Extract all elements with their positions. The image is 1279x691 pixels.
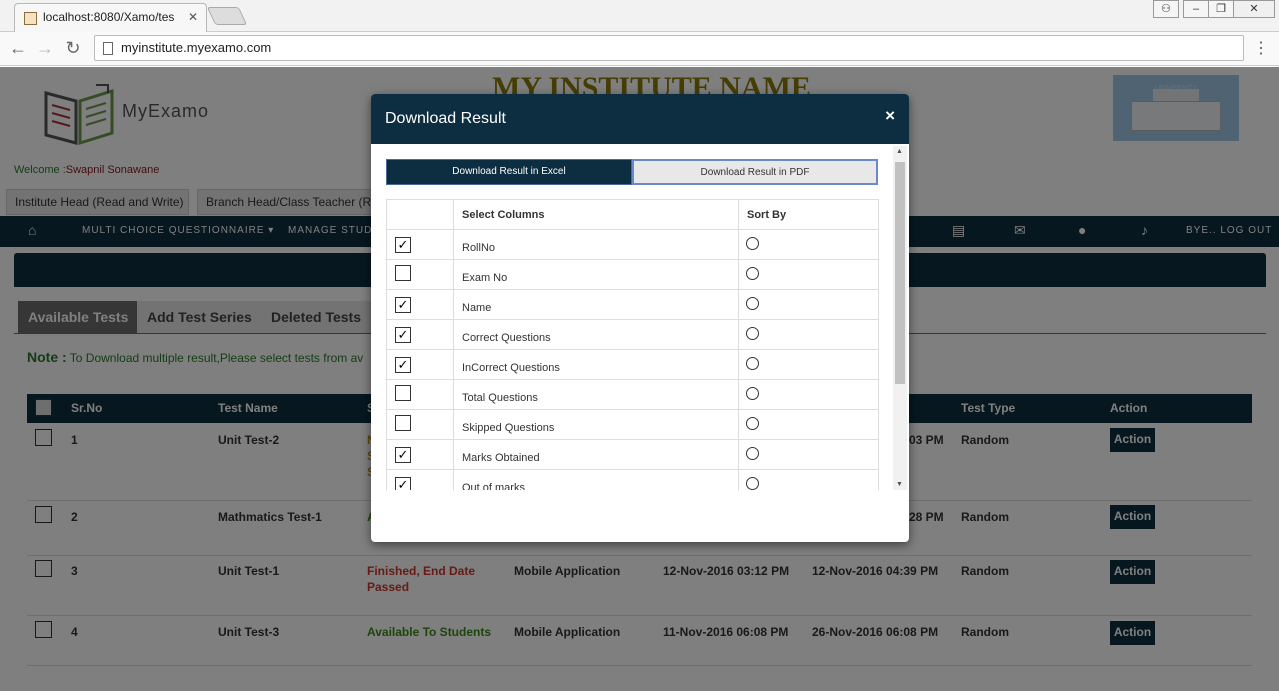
column-label: Marks Obtained [453,439,739,470]
reload-icon[interactable]: ↻ [63,38,83,59]
column-checkbox[interactable]: ✓ [395,446,411,463]
modal-header: Download Result × [371,94,909,144]
column-label: Correct Questions [453,319,739,350]
column-checkbox[interactable] [395,415,411,431]
sort-radio[interactable] [746,416,759,430]
profile-icon[interactable]: ⚇ [1153,0,1179,18]
sort-radio-cell [738,439,879,470]
url-input[interactable]: myinstitute.myexamo.com [94,35,1244,61]
sort-radio[interactable] [746,266,759,280]
scroll-down-icon[interactable]: ▼ [896,481,903,488]
sort-radio-cell [738,319,879,350]
column-checkbox-cell [386,259,454,290]
column-label: RollNo [453,229,739,260]
modal-body: Select Columns Sort By ✓ RollNo Exam No ✓ Na… [371,144,909,490]
modal-title: Download Result [385,110,506,127]
sort-radio-cell [738,409,879,440]
sort-radio[interactable] [746,296,759,310]
column-checkbox[interactable]: ✓ [395,236,411,253]
scrollbar-thumb[interactable] [895,162,905,384]
column-label: Name [453,289,739,320]
sort-radio[interactable] [746,326,759,340]
sort-radio-cell [738,259,879,290]
column-checkbox-cell [386,379,454,410]
tab-title: localhost:8080/Xamo/tes [43,10,175,24]
forward-icon[interactable]: → [35,38,55,59]
close-window-icon[interactable]: ✕ [1233,0,1275,18]
column-checkbox-cell: ✓ [386,439,454,470]
column-option-row: ✓ RollNo [386,229,879,260]
close-icon[interactable]: × [885,106,895,126]
select-columns-header: Select Columns [453,199,739,230]
column-label: Total Questions [453,379,739,410]
url-text: myinstitute.myexamo.com [121,40,272,55]
address-bar-row: ← → ↻ myinstitute.myexamo.com ⋮ [0,32,1279,66]
sort-radio[interactable] [746,236,759,250]
sort-radio[interactable] [746,356,759,370]
close-tab-icon[interactable]: ✕ [188,10,198,24]
column-label: InCorrect Questions [453,349,739,380]
column-label: Out of marks [453,469,739,490]
scroll-up-icon[interactable]: ▲ [896,148,903,155]
browser-menu-icon[interactable]: ⋮ [1253,38,1269,58]
new-tab-button[interactable] [206,7,248,25]
column-checkbox-cell: ✓ [386,469,454,490]
column-checkbox[interactable]: ✓ [395,476,411,490]
column-option-row: ✓ Correct Questions [386,319,879,350]
column-option-row: Total Questions [386,379,879,410]
column-label: Skipped Questions [453,409,739,440]
column-checkbox[interactable]: ✓ [395,356,411,373]
download-result-modal: Download Result × Download Result in Exc… [371,94,909,542]
column-checkbox[interactable]: ✓ [395,296,411,313]
column-checkbox-cell: ✓ [386,229,454,260]
page-info-icon[interactable] [103,42,113,55]
sort-by-header: Sort By [738,199,879,230]
sort-radio[interactable] [746,476,759,490]
minimize-icon[interactable]: – [1183,0,1209,18]
sort-radio-cell [738,229,879,260]
column-option-row: ✓ Marks Obtained [386,439,879,470]
column-checkbox-cell [386,409,454,440]
column-checkbox[interactable] [395,265,411,281]
checkbox-col-header [386,199,454,230]
column-checkbox-cell: ✓ [386,349,454,380]
restore-icon[interactable]: ❐ [1208,0,1234,18]
back-icon[interactable]: ← [8,38,28,59]
browser-titlebar: localhost:8080/Xamo/tes ✕ ⚇ – ❐ ✕ [0,0,1279,32]
column-option-row: ✓ Out of marks [386,469,879,490]
column-option-row: ✓ InCorrect Questions [386,349,879,380]
favicon-icon [24,12,37,25]
sort-radio[interactable] [746,386,759,400]
sort-radio-cell [738,289,879,320]
sort-radio-cell [738,469,879,490]
column-label: Exam No [453,259,739,290]
sort-radio-cell [738,349,879,380]
columns-table: Select Columns Sort By ✓ RollNo Exam No ✓ Na… [386,199,879,490]
sort-radio[interactable] [746,446,759,460]
column-option-row: Skipped Questions [386,409,879,440]
modal-scrollbar[interactable]: ▲ ▼ [893,146,907,490]
browser-tab[interactable]: localhost:8080/Xamo/tes ✕ [14,3,207,32]
sort-radio-cell [738,379,879,410]
column-checkbox[interactable]: ✓ [395,326,411,343]
column-checkbox[interactable] [395,385,411,401]
column-option-row: ✓ Name [386,289,879,320]
column-checkbox-cell: ✓ [386,319,454,350]
column-option-row: Exam No [386,259,879,290]
column-checkbox-cell: ✓ [386,289,454,320]
